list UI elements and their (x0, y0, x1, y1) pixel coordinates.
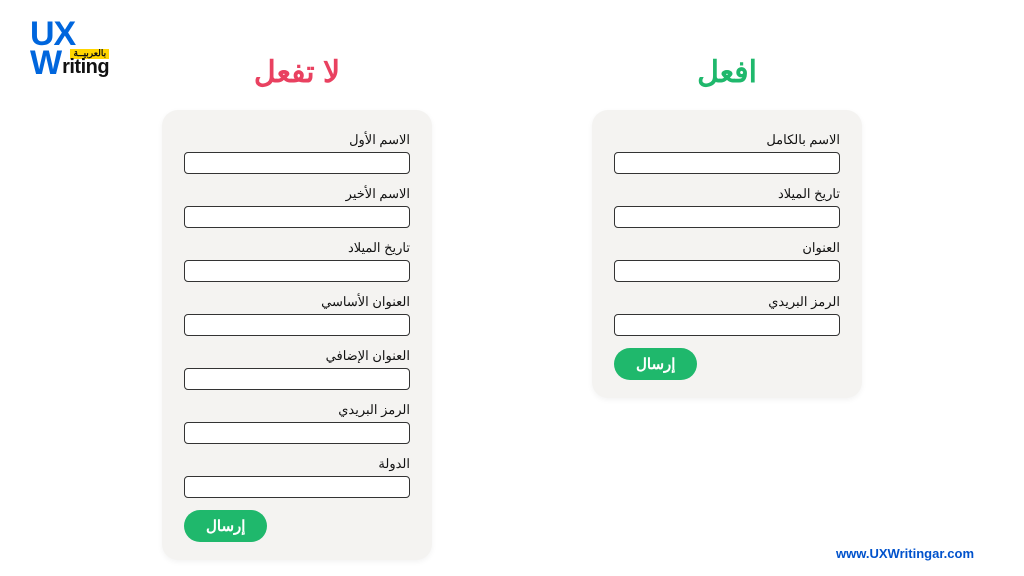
field-label: الرمز البريدي (614, 294, 840, 310)
do-heading: افعل (697, 55, 757, 90)
field-label: العنوان الأساسي (184, 294, 410, 310)
field-label: العنوان الإضافي (184, 348, 410, 364)
dont-column: لا تفعل الاسم الأول الاسم الأخير تاريخ ا… (162, 55, 432, 560)
submit-button[interactable]: إرسال (614, 348, 697, 380)
first-name-input[interactable] (184, 152, 410, 174)
last-name-input[interactable] (184, 206, 410, 228)
field-label: الاسم بالكامل (614, 132, 840, 148)
country-input[interactable] (184, 476, 410, 498)
dont-heading: لا تفعل (254, 55, 340, 90)
logo-w: W (30, 49, 61, 78)
field-label: تاريخ الميلاد (614, 186, 840, 202)
primary-address-input[interactable] (184, 314, 410, 336)
footer-url[interactable]: www.UXWritingar.com (836, 546, 974, 561)
dont-form-card: الاسم الأول الاسم الأخير تاريخ الميلاد ا… (162, 110, 432, 560)
logo-riting: riting (62, 59, 109, 76)
field-label: تاريخ الميلاد (184, 240, 410, 256)
field-label: العنوان (614, 240, 840, 256)
field-label: الاسم الأخير (184, 186, 410, 202)
brand-logo: UX W بالعربيــة riting (30, 20, 109, 78)
postal-code-input[interactable] (614, 314, 840, 336)
field-label: الاسم الأول (184, 132, 410, 148)
submit-button[interactable]: إرسال (184, 510, 267, 542)
postal-code-input[interactable] (184, 422, 410, 444)
birthdate-input[interactable] (184, 260, 410, 282)
do-column: افعل الاسم بالكامل تاريخ الميلاد العنوان… (592, 55, 862, 560)
address-input[interactable] (614, 260, 840, 282)
field-label: الرمز البريدي (184, 402, 410, 418)
do-form-card: الاسم بالكامل تاريخ الميلاد العنوان الرم… (592, 110, 862, 398)
field-label: الدولة (184, 456, 410, 472)
full-name-input[interactable] (614, 152, 840, 174)
secondary-address-input[interactable] (184, 368, 410, 390)
birthdate-input[interactable] (614, 206, 840, 228)
